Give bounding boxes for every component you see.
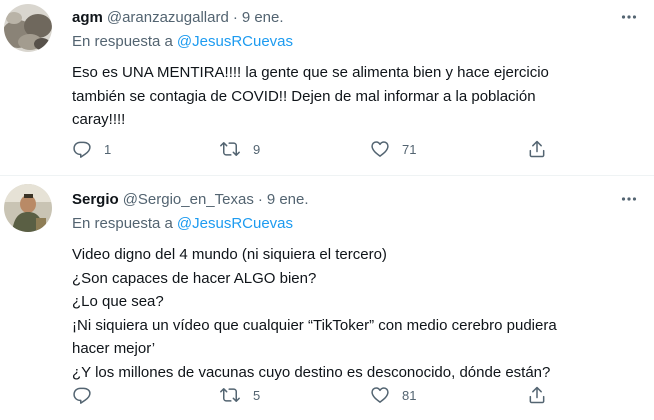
reply-button[interactable]: [72, 384, 104, 406]
avatar[interactable]: [4, 184, 52, 232]
user-handle[interactable]: @Sergio_en_Texas: [123, 191, 254, 208]
tweet-actions: 1 9 71: [72, 138, 552, 160]
share-icon: [529, 140, 545, 158]
reply-icon: [73, 387, 91, 404]
separator-dot: ·: [257, 190, 263, 208]
retweet-icon: [220, 142, 240, 156]
reply-prefix: En respuesta a: [72, 33, 173, 50]
reply-context: En respuesta a @JesusRCuevas: [72, 33, 640, 53]
reply-icon: [73, 141, 91, 158]
reply-button[interactable]: 1: [72, 138, 111, 160]
reply-to-link[interactable]: @JesusRCuevas: [177, 33, 293, 50]
more-icon[interactable]: [618, 7, 640, 27]
share-icon: [529, 386, 545, 404]
tweet[interactable]: Sergio @Sergio_en_Texas · 9 ene. En resp…: [0, 176, 654, 420]
heart-icon: [371, 141, 389, 157]
tweet-header: Sergio @Sergio_en_Texas · 9 ene.: [72, 189, 640, 209]
tweet-date[interactable]: 9 ene.: [242, 9, 284, 26]
display-name[interactable]: Sergio: [72, 191, 119, 208]
like-button[interactable]: 71: [370, 138, 416, 160]
reply-prefix: En respuesta a: [72, 215, 173, 232]
more-icon[interactable]: [618, 189, 640, 209]
share-button[interactable]: [527, 384, 547, 406]
reply-context: En respuesta a @JesusRCuevas: [72, 215, 640, 235]
tweet-header: agm @aranzazugallard · 9 ene.: [72, 7, 640, 27]
tweet[interactable]: agm @aranzazugallard · 9 ene. En respues…: [0, 0, 654, 175]
separator-dot: ·: [232, 8, 238, 26]
user-handle[interactable]: @aranzazugallard: [107, 9, 229, 26]
like-count: 71: [402, 141, 417, 157]
retweet-icon: [220, 388, 240, 402]
tweet-text: Eso es UNA MENTIRA!!!! la gente que se a…: [72, 64, 549, 128]
display-name[interactable]: agm: [72, 9, 103, 26]
avatar[interactable]: [4, 4, 52, 52]
tweet-actions: 5 81: [72, 384, 552, 406]
tweet-date[interactable]: 9 ene.: [267, 191, 309, 208]
retweet-count: 5: [253, 387, 261, 403]
share-button[interactable]: [527, 138, 547, 160]
like-button[interactable]: 81: [370, 384, 416, 406]
retweet-count: 9: [253, 141, 261, 157]
like-count: 81: [402, 387, 417, 403]
heart-icon: [371, 387, 389, 403]
reply-count: 1: [104, 141, 112, 157]
retweet-button[interactable]: 9: [219, 138, 260, 160]
reply-to-link[interactable]: @JesusRCuevas: [177, 215, 293, 232]
tweet-text: Video digno del 4 mundo (ni siquiera el …: [72, 246, 557, 381]
retweet-button[interactable]: 5: [219, 384, 260, 406]
